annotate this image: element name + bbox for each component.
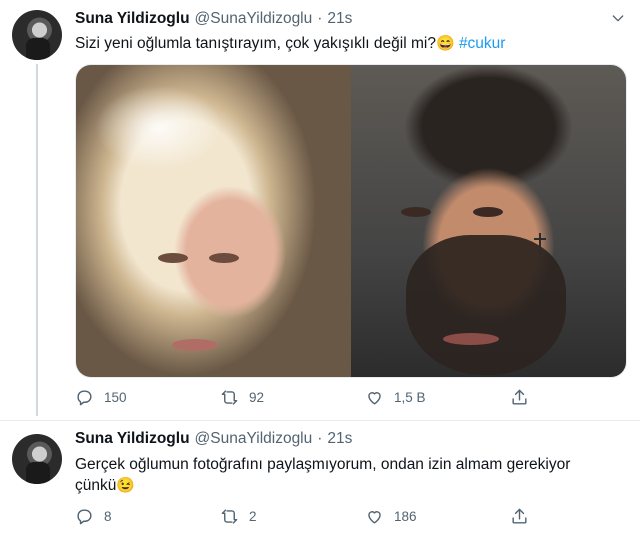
reply-icon [77, 509, 92, 525]
beard-shape [406, 235, 566, 375]
reply-button[interactable]: 150 [75, 388, 220, 407]
share-icon [512, 508, 527, 524]
reply-count: 150 [104, 390, 127, 405]
avatar[interactable] [12, 434, 62, 484]
chevron-down-icon[interactable] [610, 10, 626, 26]
like-button[interactable]: 186 [365, 507, 510, 526]
like-count: 186 [394, 509, 417, 524]
action-bar: 8 2 186 [75, 507, 545, 526]
tweet-1[interactable]: Suna Yildizoglu @SunaYildizoglu · 21s Si… [0, 0, 640, 420]
tweet-text-main: Gerçek oğlumun fotoğrafını paylaşmıyorum… [75, 456, 571, 494]
tweet-time[interactable]: 21s [327, 430, 352, 448]
like-button[interactable]: 1,5 B [365, 388, 510, 407]
author-handle[interactable]: @SunaYildizoglu [195, 430, 313, 448]
eye-shape [158, 253, 188, 263]
grinning-emoji: 😄 [435, 35, 455, 52]
hashtag-link[interactable]: #cukur [459, 35, 506, 52]
separator-dot: · [317, 430, 323, 447]
tweet-time[interactable]: 21s [327, 10, 352, 28]
tweet-text: Gerçek oğlumun fotoğrafını paylaşmıyorum… [75, 454, 615, 496]
tweet-header: Suna Yildizoglu @SunaYildizoglu · 21s [75, 10, 352, 28]
author-handle[interactable]: @SunaYildizoglu [195, 10, 313, 28]
retweet-button[interactable]: 92 [220, 388, 365, 407]
tweet-text: Sizi yeni oğlumla tanıştırayım, çok yakı… [75, 33, 615, 54]
cross-tattoo [534, 233, 546, 255]
reply-count: 8 [104, 509, 112, 524]
separator-dot: · [317, 10, 323, 27]
retweet-count: 92 [249, 390, 265, 405]
like-icon [368, 392, 381, 405]
share-button[interactable] [510, 388, 539, 407]
eye-shape [473, 207, 503, 217]
tweet-text-main: Sizi yeni oğlumla tanıştırayım, çok yakı… [75, 35, 436, 52]
tweet-header: Suna Yildizoglu @SunaYildizoglu · 21s [75, 430, 352, 448]
lips-shape [443, 333, 499, 345]
action-bar: 150 92 1,5 B [75, 388, 545, 407]
retweet-button[interactable]: 2 [220, 507, 365, 526]
author-name[interactable]: Suna Yildizoglu [75, 10, 190, 28]
media-photos[interactable] [75, 64, 627, 378]
avatar[interactable] [12, 10, 62, 60]
share-button[interactable] [510, 507, 539, 526]
retweet-count: 2 [249, 509, 257, 524]
photo-woman[interactable] [76, 65, 351, 377]
reply-icon [77, 390, 92, 406]
photo-man[interactable] [351, 65, 626, 377]
retweet-icon [221, 509, 238, 524]
share-icon [512, 389, 527, 405]
tweet-2[interactable]: Suna Yildizoglu @SunaYildizoglu · 21s Ge… [0, 420, 640, 545]
like-count: 1,5 B [394, 390, 426, 405]
reply-button[interactable]: 8 [75, 507, 220, 526]
eye-shape [401, 207, 431, 217]
author-name[interactable]: Suna Yildizoglu [75, 430, 190, 448]
eye-shape [209, 253, 239, 263]
lips-shape [172, 339, 218, 351]
like-icon [368, 511, 381, 524]
wink-emoji: 😉 [116, 477, 136, 494]
retweet-icon [221, 390, 238, 405]
